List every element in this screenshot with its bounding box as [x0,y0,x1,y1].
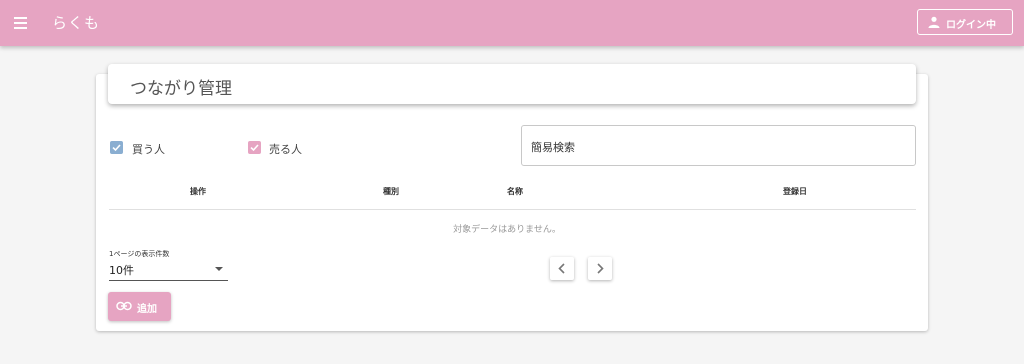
rows-per-page-value: 10件 [109,264,134,277]
add-button[interactable]: 追加 [108,292,171,321]
next-page-button[interactable] [588,257,612,280]
add-button-label: 追加 [137,304,157,315]
menu-icon[interactable] [12,13,32,33]
chevron-right-icon [597,263,604,274]
login-status-button[interactable]: ログイン中 [917,9,1013,35]
column-header-name[interactable]: 名称 [507,186,523,197]
dropdown-arrow-icon [215,267,223,271]
search-input[interactable]: 簡易検索 [521,125,916,166]
app-title: らくも [52,14,101,32]
empty-table-message: 対象データはありません。 [0,222,1024,235]
column-header-type[interactable]: 種別 [383,186,399,197]
login-status-label: ログイン中 [946,20,996,31]
buyer-checkbox-label: 買う人 [132,143,165,156]
person-icon [928,16,940,28]
empty-table-text: 対象データはありません。 [453,225,561,235]
page-title: つながり管理 [130,79,232,99]
previous-page-button[interactable] [550,257,574,280]
rows-per-page-label: 1ページの表示件数 [109,250,170,258]
buyer-checkbox[interactable] [110,141,123,154]
check-icon [250,144,259,152]
seller-checkbox-label: 売る人 [269,143,302,156]
check-icon [112,144,121,152]
page-header: つながり管理 [108,64,916,104]
search-placeholder: 簡易検索 [531,141,575,154]
column-header-operation[interactable]: 操作 [190,186,206,197]
seller-checkbox[interactable] [248,141,261,154]
column-header-registered-date[interactable]: 登録日 [783,186,807,197]
link-icon [116,301,132,311]
chevron-left-icon [558,263,565,274]
table-header-divider [109,209,916,210]
content-card [96,74,928,331]
app-bar: らくも ログイン中 [0,0,1024,46]
rows-per-page-select[interactable]: 10件 [109,259,228,281]
